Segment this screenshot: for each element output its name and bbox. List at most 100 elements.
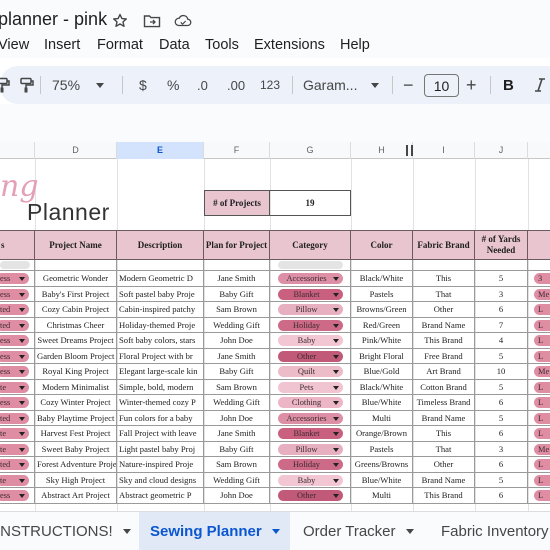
column-header-g[interactable]: G [270, 142, 351, 159]
cell-desc[interactable]: Fun colors for a baby [117, 410, 204, 426]
cell-name[interactable]: Cozy Winter Project [35, 395, 117, 411]
decrease-font-size-button[interactable]: − [403, 66, 414, 104]
chevron-down-icon[interactable] [19, 323, 25, 328]
chevron-down-icon[interactable] [19, 447, 25, 452]
paint-format-icon-2[interactable] [20, 66, 34, 104]
cell-category[interactable]: Baby [270, 472, 351, 488]
chevron-down-icon[interactable] [333, 292, 339, 297]
status-chip[interactable]: ess [0, 335, 29, 346]
cell-name[interactable]: Sky High Project [35, 472, 117, 488]
chevron-down-icon[interactable] [333, 385, 339, 390]
cell-desc[interactable]: Light pastel baby Proj [117, 441, 204, 457]
menu-extensions[interactable]: Extensions [254, 37, 325, 53]
size-chip[interactable]: L [534, 428, 550, 439]
category-chip[interactable]: Pillow [278, 443, 343, 455]
column-header-e[interactable]: E [117, 142, 204, 159]
cell-status[interactable]: ess [0, 286, 35, 302]
chevron-down-icon[interactable] [19, 494, 25, 498]
freeze-handle[interactable] [406, 145, 413, 156]
column-header[interactable] [528, 142, 550, 159]
cell-color[interactable]: Pastels [351, 286, 413, 302]
category-chip[interactable]: Accessories [278, 412, 343, 424]
cell-category[interactable]: Other [270, 488, 351, 504]
cell-status[interactable]: ess [0, 364, 35, 380]
tab-order-tracker[interactable]: Order Tracker [303, 512, 414, 550]
move-to-folder-icon[interactable] [143, 12, 161, 30]
cell-status[interactable]: ted [0, 457, 35, 473]
cell-category[interactable]: Holiday [270, 317, 351, 333]
cell-plan[interactable]: John Doe [204, 410, 270, 426]
decrease-decimal-button[interactable]: .0 [197, 66, 208, 104]
status-chip[interactable]: te [0, 381, 29, 393]
cell-yards[interactable]: 5 [475, 410, 528, 426]
category-chip[interactable]: Quilt [278, 366, 343, 377]
category-chip[interactable]: Holiday [278, 319, 343, 331]
cell-brand[interactable]: Cotton Brand [413, 379, 475, 395]
cell-status[interactable]: ess [0, 395, 35, 411]
cell-brand[interactable]: Brand Name [413, 317, 475, 333]
cell-brand[interactable]: This Brand [413, 488, 475, 504]
size-chip[interactable]: 3 [534, 273, 550, 284]
status-chip[interactable]: te [0, 474, 29, 486]
filter-cell[interactable] [413, 260, 475, 271]
cell-brand[interactable]: Brand Name [413, 472, 475, 488]
chevron-down-icon[interactable] [333, 463, 339, 467]
header-yards-needed[interactable]: # of Yards Needed [475, 230, 528, 260]
category-chip[interactable]: Holiday [278, 459, 343, 470]
filter-cell[interactable] [351, 260, 413, 271]
cell-yards[interactable]: 6 [475, 395, 528, 411]
cell-color[interactable]: Bright Floral [351, 348, 413, 364]
cell-name[interactable]: Royal King Project [35, 364, 117, 380]
filter-cell[interactable] [528, 260, 550, 271]
category-chip[interactable]: Clothing [278, 397, 343, 408]
chevron-down-icon[interactable] [405, 529, 414, 534]
cell-status[interactable]: te [0, 441, 35, 457]
cell-color[interactable]: Blue/White [351, 395, 413, 411]
chevron-down-icon[interactable] [19, 354, 25, 359]
cell-desc[interactable]: Nature-inspired Proje [117, 457, 204, 473]
status-chip[interactable]: te [0, 428, 29, 439]
cell-name[interactable]: Forest Adventure Proje [35, 457, 117, 473]
cell-status[interactable]: te [0, 426, 35, 442]
percent-format-button[interactable]: % [167, 66, 179, 104]
italic-button[interactable] [535, 66, 545, 104]
cell-brand[interactable]: This Brand [413, 333, 475, 349]
cell-brand[interactable]: Timeless Brand [413, 395, 475, 411]
category-chip[interactable]: Other [278, 490, 343, 501]
header-color[interactable]: Color [351, 230, 413, 260]
cell-desc[interactable]: Cabin-inspired patchy [117, 302, 204, 318]
chevron-down-icon[interactable] [19, 370, 25, 374]
document-title[interactable]: planner - pink [0, 9, 107, 30]
header-category[interactable]: Category [270, 230, 351, 260]
cell-status[interactable]: ess [0, 348, 35, 364]
size-chip[interactable]: L [534, 459, 550, 470]
cell-color[interactable]: Black/White [351, 271, 413, 287]
star-icon[interactable] [111, 12, 129, 30]
menu-insert[interactable]: Insert [44, 37, 80, 53]
status-chip[interactable]: te [0, 443, 29, 455]
category-chip[interactable]: Pillow [278, 304, 343, 315]
cell-desc[interactable]: Elegant large-scale kin [117, 364, 204, 380]
cell-desc[interactable]: Abstract geometric P [117, 488, 204, 504]
filter-cell[interactable] [204, 260, 270, 271]
status-chip[interactable]: ess [0, 397, 29, 408]
chevron-down-icon[interactable] [19, 416, 25, 421]
cell-category[interactable]: Quilt [270, 364, 351, 380]
font-size-input[interactable]: 10 [424, 74, 459, 97]
cell-category[interactable]: Blanket [270, 426, 351, 442]
size-chip[interactable]: L [534, 490, 550, 501]
chevron-down-icon[interactable] [333, 370, 339, 374]
cell-plan[interactable]: John Doe [204, 488, 270, 504]
currency-format-button[interactable]: $ [139, 66, 147, 104]
cell-color[interactable]: Red/Green [351, 317, 413, 333]
chevron-down-icon[interactable] [333, 277, 339, 281]
cell-k[interactable]: L [528, 318, 550, 333]
cell-yards[interactable]: 6 [475, 488, 528, 504]
column-header-j[interactable]: J [475, 142, 528, 159]
cell-status[interactable]: ted [0, 317, 35, 333]
cell-color[interactable]: Multi [351, 488, 413, 504]
chevron-down-icon[interactable] [333, 416, 339, 421]
size-chip[interactable]: L [534, 335, 550, 346]
cell-color[interactable]: Blue/Gold [351, 364, 413, 380]
header-fabric-brand[interactable]: Fabric Brand [413, 230, 475, 260]
